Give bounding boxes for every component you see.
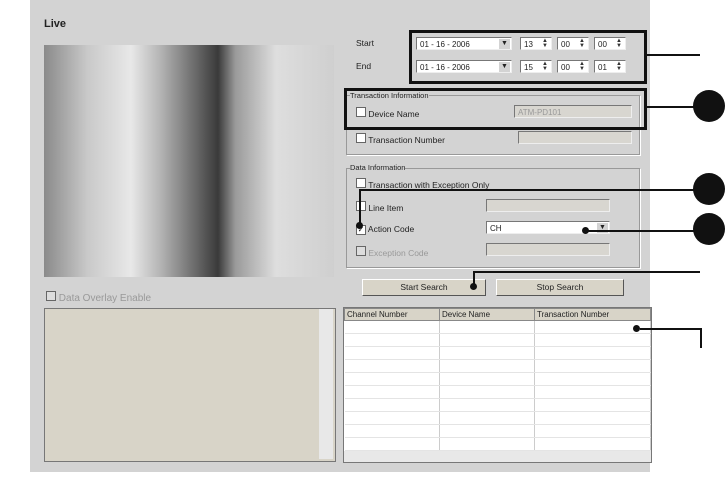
transaction-number-field[interactable]	[518, 131, 632, 144]
table-scrollbar[interactable]	[344, 451, 651, 462]
transaction-number-label: Transaction Number	[368, 135, 445, 145]
data-info-group-label: Data Information	[350, 163, 406, 172]
callout-line	[640, 328, 700, 330]
results-table: Channel Number Device Name Transaction N…	[343, 307, 652, 463]
checkbox[interactable]	[356, 201, 366, 211]
callout-line	[644, 106, 700, 108]
column-header[interactable]: Channel Number	[344, 308, 440, 321]
data-overlay-checkbox[interactable]: Data Overlay Enable	[46, 291, 151, 304]
callout-point	[633, 325, 640, 332]
exception-code-checkbox[interactable]: Exception Code	[356, 246, 428, 258]
callout-line	[587, 230, 700, 232]
live-video	[44, 45, 334, 277]
action-code-value: CH	[490, 224, 502, 233]
callout-line	[359, 189, 361, 225]
line-item-checkbox[interactable]: Line Item	[356, 201, 403, 213]
callout-box-time	[409, 30, 647, 84]
callout-line	[474, 271, 700, 273]
column-header[interactable]: Transaction Number	[534, 308, 651, 321]
callout-point	[582, 227, 589, 234]
column-header[interactable]: Device Name	[439, 308, 535, 321]
exception-code-label: Exception Code	[368, 248, 429, 258]
overlay-scrollbar[interactable]	[319, 309, 333, 459]
exception-code-field[interactable]	[486, 243, 610, 256]
action-code-select[interactable]: CH ▼	[486, 221, 610, 234]
callout-marker	[693, 173, 725, 205]
checkbox[interactable]	[356, 133, 366, 143]
line-item-label: Line Item	[368, 203, 404, 213]
line-item-field[interactable]	[486, 199, 610, 212]
callout-line	[700, 328, 702, 348]
checkbox[interactable]	[356, 178, 366, 188]
callout-box-device	[344, 88, 647, 130]
callout-point	[470, 283, 477, 290]
callout-point	[356, 222, 363, 229]
start-search-button[interactable]: Start Search	[362, 279, 486, 296]
checkbox[interactable]	[46, 291, 56, 301]
action-code-label: Action Code	[367, 224, 415, 234]
start-label: Start	[356, 38, 374, 48]
page-title: Live	[44, 18, 67, 30]
callout-marker	[693, 90, 725, 122]
checkbox[interactable]	[356, 246, 366, 256]
callout-marker	[693, 213, 725, 245]
data-overlay-label: Data Overlay Enable	[58, 293, 152, 304]
action-code-checkbox[interactable]: ✓ Action Code	[356, 224, 414, 235]
callout-line	[644, 54, 700, 56]
transaction-number-checkbox[interactable]: Transaction Number	[356, 133, 445, 145]
stop-search-button[interactable]: Stop Search	[496, 279, 624, 296]
data-overlay-area	[44, 308, 336, 462]
callout-line	[360, 189, 700, 191]
end-label: End	[356, 61, 372, 71]
